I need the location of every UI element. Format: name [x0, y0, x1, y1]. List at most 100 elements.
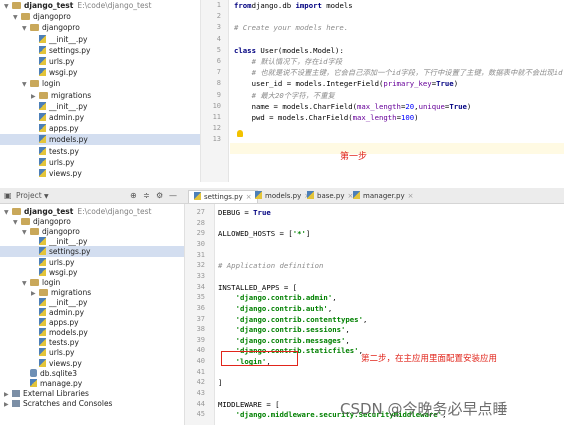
python-file-icon: [39, 45, 46, 54]
code-line[interactable]: # 也就是说不设置主键，它会自己添加一个id字段，下行中设置了主键，数据表中就不…: [234, 67, 563, 78]
database-file-icon: [30, 368, 37, 377]
code-token: ,: [362, 314, 368, 324]
tree-item[interactable]: __init__.py: [0, 34, 200, 45]
line-number: 41: [196, 367, 205, 376]
code-line[interactable]: # Application definition: [218, 260, 323, 271]
code-line[interactable]: fromdjango.db import models: [234, 0, 353, 11]
python-file-icon: [39, 247, 46, 256]
tree-item-label: settings.py: [49, 45, 91, 55]
tree-item-label: urls.py: [49, 348, 75, 358]
tree-item-label: admin.py: [49, 113, 85, 122]
code-line[interactable]: user_id = models.IntegerField(primary_ke…: [234, 78, 459, 89]
code-line[interactable]: 'django.contrib.admin',: [218, 292, 337, 303]
code-editor[interactable]: 27 DEBUG = True 28 29 ALLOWED_HOSTS = ['*'] 3…: [184, 204, 564, 425]
tree-item[interactable]: ▼ djangopro: [0, 11, 200, 22]
python-file-icon: [39, 308, 46, 316]
code-line[interactable]: 'django.contrib.auth',: [218, 303, 333, 314]
code-line[interactable]: 'django.contrib.sessions',: [218, 324, 350, 335]
code-token: name = models.CharField(: [234, 101, 358, 111]
code-line[interactable]: # Create your models here.: [234, 22, 348, 33]
code-editor[interactable]: 1 fromdjango.db import models 2 3 # Create y…: [200, 0, 564, 182]
tree-item-label: External Libraries: [23, 388, 89, 398]
code-token: ,: [345, 335, 350, 345]
tree-item[interactable]: ▶ Scratches and Consoles: [0, 398, 184, 409]
lightbulb-icon[interactable]: [237, 130, 243, 137]
tree-item-label: models.py: [49, 135, 88, 145]
chevron-right-icon[interactable]: ▶: [4, 399, 12, 410]
code-token: ]: [218, 378, 223, 388]
editor-tab[interactable]: manager.py ×: [348, 190, 419, 203]
code-token: 'django.contrib.sessions': [218, 325, 346, 335]
code-line[interactable]: DEBUG = True: [218, 207, 271, 218]
code-token: unique: [418, 101, 445, 111]
tree-item-label: wsgi.py: [49, 68, 78, 78]
code-line[interactable]: pwd = models.CharField(max_length=100): [234, 112, 419, 123]
code-line[interactable]: # 最大20个字符，不重复: [234, 90, 335, 101]
tree-item-label: urls.py: [49, 157, 75, 167]
python-file-icon: [39, 146, 46, 155]
tree-item[interactable]: ▼ django_test E:\code\django_test: [0, 0, 200, 11]
tree-item[interactable]: models.py: [0, 134, 200, 146]
collapse-icon[interactable]: ≑: [143, 190, 150, 202]
tree-item[interactable]: ▼ djangopro: [0, 22, 200, 33]
tree-item[interactable]: urls.py: [0, 157, 200, 168]
tree-item[interactable]: ▼ login: [0, 78, 200, 89]
project-view-icon[interactable]: ▣: [4, 190, 12, 202]
code-token: import: [295, 1, 322, 10]
line-number: 45: [196, 410, 205, 419]
code-line[interactable]: MIDDLEWARE = [: [218, 399, 280, 410]
code-token: primary_key: [383, 79, 432, 89]
tree-item[interactable]: views.py: [0, 168, 200, 179]
code-line[interactable]: ]: [218, 377, 222, 388]
folder-icon: [30, 228, 39, 236]
code-token: # Application definition: [218, 261, 324, 271]
code-line[interactable]: 'django.contrib.messages',: [218, 335, 350, 346]
tree-item[interactable]: urls.py: [0, 56, 200, 67]
line-number: 32: [196, 261, 205, 270]
tree-item[interactable]: ▶ migrations: [0, 90, 200, 101]
locate-icon[interactable]: ⊕: [130, 190, 137, 202]
folder-icon: [30, 24, 39, 32]
code-line[interactable]: ALLOWED_HOSTS = ['*']: [218, 228, 310, 239]
code-line[interactable]: # 默认情况下，存在id字段: [234, 56, 343, 67]
editor-tab[interactable]: settings.py ×: [188, 190, 258, 203]
tree-item-label: login: [42, 277, 61, 287]
folder-icon: [39, 91, 48, 99]
tree-item[interactable]: apps.py: [0, 123, 200, 134]
project-tree: ▼ django_test E:\code\django_test ▼ djangopr…: [0, 0, 200, 182]
python-file-icon: [39, 135, 46, 144]
code-line[interactable]: name = models.CharField(max_length=20,un…: [234, 101, 472, 112]
line-number: 36: [196, 303, 205, 312]
line-number: 11: [212, 113, 221, 121]
code-line[interactable]: class User(models.Model):: [234, 45, 344, 56]
code-line[interactable]: 'django.contrib.contenttypes',: [218, 314, 368, 325]
tree-item-label: manage.py: [40, 378, 83, 388]
chevron-down-icon[interactable]: ▼: [44, 191, 49, 203]
code-token: # 最大20个字符，不重复: [234, 90, 335, 100]
tree-item-label: __init__.py: [49, 237, 88, 247]
code-token: INSTALLED_APPS = [: [218, 282, 298, 292]
hide-icon[interactable]: —: [169, 190, 177, 202]
tree-item[interactable]: __init__.py: [0, 101, 200, 112]
folder-icon: [30, 278, 39, 286]
code-token: ): [414, 113, 419, 122]
python-file-icon: [39, 297, 46, 306]
folder-icon: [12, 2, 21, 9]
tree-item-label: urls.py: [49, 57, 75, 66]
tree-item[interactable]: tests.py: [0, 146, 200, 157]
tree-item[interactable]: settings.py: [0, 45, 200, 56]
code-line[interactable]: INSTALLED_APPS = [: [218, 282, 297, 293]
gear-icon[interactable]: ⚙: [156, 190, 163, 202]
code-token: pwd = models.CharField(: [234, 113, 353, 122]
tree-item[interactable]: admin.py: [0, 112, 200, 123]
library-icon: [12, 389, 20, 397]
close-icon[interactable]: ×: [408, 192, 414, 200]
code-token: True: [253, 208, 271, 217]
line-number: 27: [196, 208, 205, 216]
tree-item[interactable]: wsgi.py: [0, 67, 200, 78]
folder-icon: [21, 218, 30, 226]
python-file-icon: [39, 169, 46, 177]
editor-tab-label: models.py: [265, 192, 302, 200]
project-view-label[interactable]: Project: [16, 190, 42, 202]
line-number: 9: [216, 90, 221, 99]
